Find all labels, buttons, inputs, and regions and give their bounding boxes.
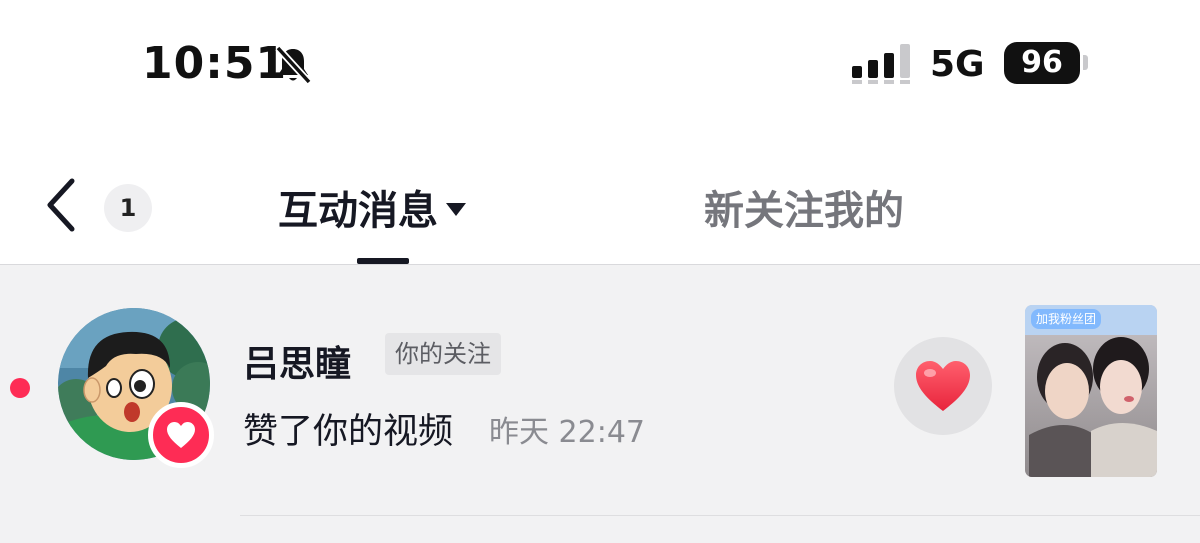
signal-icon [852,44,912,88]
video-thumbnail[interactable]: 加我粉丝团 [1025,305,1157,477]
like-button[interactable] [894,337,992,435]
tab-interactions[interactable]: 互动消息 [278,178,466,236]
back-button[interactable] [40,175,84,235]
status-bar: 10:51 5G 96 [0,0,1200,130]
status-time: 10:51 [142,38,288,89]
heart-badge-icon [148,402,214,468]
tab-interactions-label: 互动消息 [278,188,438,234]
action-text: 赞了你的视频 [243,412,454,452]
following-tag: 你的关注 [385,333,501,375]
network-label: 5G [930,44,985,85]
unread-count-badge: 1 [104,184,152,232]
battery-tip [1083,55,1088,70]
tab-new-followers[interactable]: 新关注我的 [704,178,904,236]
battery-icon: 96 [1004,42,1080,84]
nav-bar: 1 互动消息 新关注我的 [0,130,1200,265]
caret-down-icon [446,202,466,216]
bell-off-icon [272,44,314,90]
username[interactable]: 吕思瞳 [243,335,351,387]
list-item[interactable]: 吕思瞳 你的关注 赞了你的视频 昨天 22:47 加我粉丝团 [0,265,1200,515]
unread-dot [10,378,30,398]
heart-icon [916,361,970,411]
chevron-left-icon [47,178,75,232]
timestamp: 昨天 22:47 [489,415,645,450]
row-divider [240,515,1200,516]
notification-list: 吕思瞳 你的关注 赞了你的视频 昨天 22:47 加我粉丝团 [0,265,1200,543]
thumbnail-tag: 加我粉丝团 [1031,309,1102,329]
